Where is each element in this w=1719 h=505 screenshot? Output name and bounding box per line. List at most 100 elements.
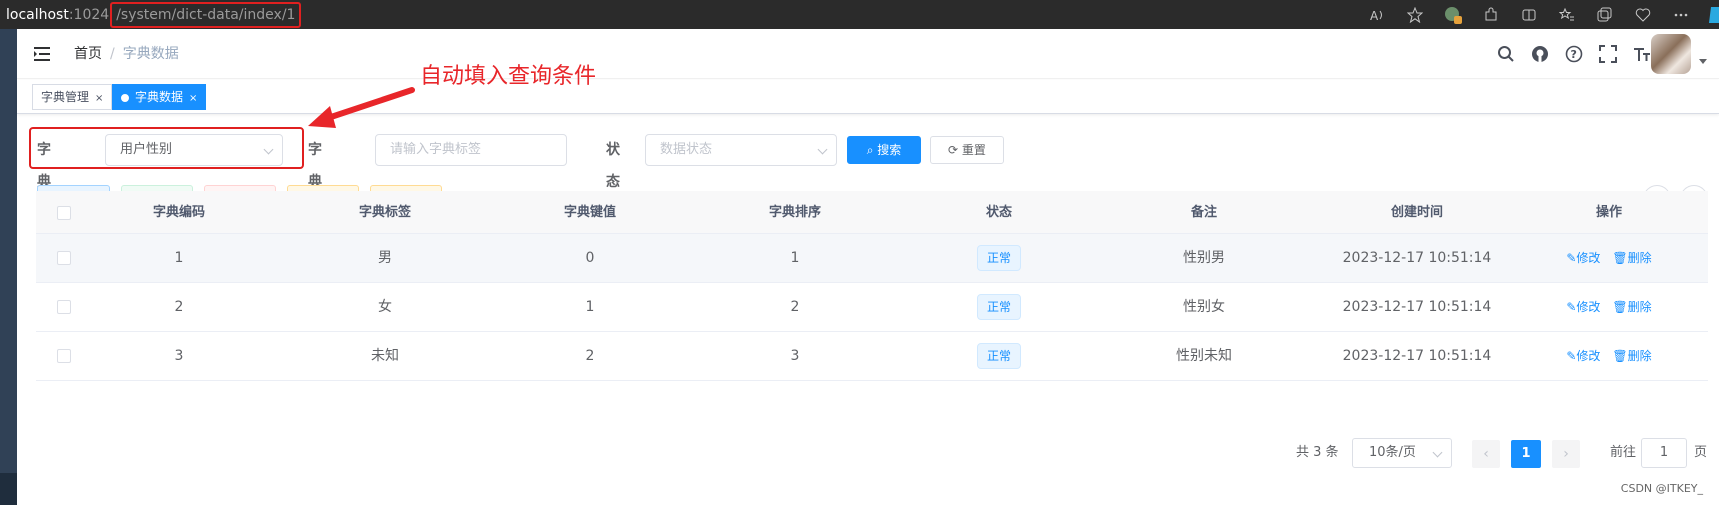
cell-code: 2 xyxy=(174,299,184,315)
favorites-list-icon[interactable] xyxy=(1557,5,1577,25)
edit-icon: ✎ xyxy=(1566,349,1577,363)
next-page-button[interactable]: › xyxy=(1552,440,1580,468)
select-all-checkbox[interactable] xyxy=(36,191,92,233)
row-delete-link[interactable]: 🗑删除 xyxy=(1612,251,1651,265)
caret-down-icon[interactable] xyxy=(1699,59,1707,64)
github-icon[interactable] xyxy=(1531,45,1549,63)
extensions-puzzle-icon[interactable] xyxy=(1481,5,1501,25)
cell-code: 3 xyxy=(174,348,184,364)
dict-label-input[interactable]: 请输入字典标签 xyxy=(375,134,567,166)
col-header: 字典标签 xyxy=(358,205,411,220)
row-delete-link[interactable]: 🗑删除 xyxy=(1612,300,1651,314)
copilot-icon[interactable] xyxy=(1709,5,1719,25)
search-icon[interactable] xyxy=(1497,45,1515,63)
breadcrumb-home[interactable]: 首页 xyxy=(74,46,102,62)
cell-value: 0 xyxy=(585,250,595,266)
font-size-icon[interactable] xyxy=(1633,45,1651,63)
cell-actions: ✎修改 🗑删除 xyxy=(1510,234,1708,282)
edit-icon: ✎ xyxy=(1566,300,1577,314)
col-header: 状态 xyxy=(985,205,1012,220)
address-bar[interactable]: localhost:1024/system/dict-data/index/1 xyxy=(0,0,302,29)
row-delete-label: 删除 xyxy=(1627,349,1652,363)
table-row[interactable]: 2 女 1 2 正常 性别女 2023-12-17 10:51:14 ✎修改 🗑删… xyxy=(36,283,1708,332)
sidebar xyxy=(0,29,17,505)
chevron-down-icon xyxy=(817,144,828,155)
read-aloud-icon[interactable]: A xyxy=(1367,5,1387,25)
cell-status: 正常 xyxy=(914,283,1084,331)
browser-toolbar: localhost:1024/system/dict-data/index/1 … xyxy=(0,0,1719,29)
dict-name-value: 用户性别 xyxy=(120,142,173,157)
row-edit-link[interactable]: ✎修改 xyxy=(1566,300,1600,314)
row-edit-link[interactable]: ✎修改 xyxy=(1566,349,1600,363)
help-icon[interactable]: ? xyxy=(1565,45,1583,63)
cell-remark: 性别未知 xyxy=(1176,348,1232,364)
search-icon: ⌕ xyxy=(866,143,878,157)
avatar[interactable] xyxy=(1651,34,1691,74)
health-icon[interactable] xyxy=(1633,5,1653,25)
trash-icon: 🗑 xyxy=(1612,300,1628,314)
more-menu-icon[interactable] xyxy=(1671,5,1691,25)
cell-code: 1 xyxy=(174,250,184,266)
cell-sort: 1 xyxy=(790,250,800,266)
status-badge: 正常 xyxy=(976,343,1021,369)
col-header: 操作 xyxy=(1595,205,1622,220)
row-checkbox[interactable] xyxy=(36,283,92,331)
cell-created: 2023-12-17 10:51:14 xyxy=(1342,250,1492,266)
refresh-icon: ⟳ xyxy=(948,143,962,157)
close-icon[interactable]: × xyxy=(189,93,197,104)
svg-text:?: ? xyxy=(1571,48,1577,61)
goto-page-input[interactable]: 1 xyxy=(1641,438,1687,468)
annotation-text: 自动填入查询条件 xyxy=(420,64,597,89)
close-icon[interactable]: × xyxy=(95,93,103,104)
edit-icon: ✎ xyxy=(1566,251,1577,265)
col-header: 创建时间 xyxy=(1390,205,1443,220)
row-edit-link[interactable]: ✎修改 xyxy=(1566,251,1600,265)
extension-badge-icon[interactable] xyxy=(1443,5,1463,25)
cell-label: 女 xyxy=(378,299,392,315)
svg-text:A: A xyxy=(1370,9,1379,23)
row-edit-label: 修改 xyxy=(1576,349,1601,363)
col-header: 备注 xyxy=(1190,205,1217,220)
status-select[interactable]: 数据状态 xyxy=(645,134,837,166)
cell-status: 正常 xyxy=(914,234,1084,282)
cell-remark: 性别男 xyxy=(1183,250,1225,266)
tag-dict-data[interactable]: 字典数据 × xyxy=(112,84,207,110)
reset-button[interactable]: ⟳ 重置 xyxy=(930,136,1004,164)
row-checkbox[interactable] xyxy=(36,234,92,282)
col-header: 字典编码 xyxy=(152,205,205,220)
search-button[interactable]: ⌕ 搜索 xyxy=(847,136,921,164)
split-screen-icon[interactable] xyxy=(1519,5,1539,25)
trash-icon: 🗑 xyxy=(1612,349,1628,363)
dict-name-select[interactable]: 用户性别 xyxy=(105,134,283,166)
tag-dict-type[interactable]: 字典管理 × xyxy=(32,84,113,110)
breadcrumb: 首页 / 字典数据 xyxy=(74,45,179,63)
navbar: 首页 / 字典数据 ? xyxy=(17,29,1719,79)
cell-remark: 性别女 xyxy=(1183,299,1225,315)
favorite-star-icon[interactable] xyxy=(1405,5,1425,25)
watermark: CSDN @ITKEY_ xyxy=(1620,482,1703,495)
row-delete-label: 删除 xyxy=(1627,251,1652,265)
row-delete-link[interactable]: 🗑删除 xyxy=(1612,349,1651,363)
cell-sort: 2 xyxy=(790,299,800,315)
status-placeholder: 数据状态 xyxy=(660,142,713,157)
page-number-active[interactable]: 1 xyxy=(1511,440,1541,468)
cell-actions: ✎修改 🗑删除 xyxy=(1510,283,1708,331)
hamburger-icon[interactable] xyxy=(34,46,52,62)
page-size-select[interactable]: 10条/页 xyxy=(1352,438,1452,468)
collections-icon[interactable] xyxy=(1595,5,1615,25)
fullscreen-icon[interactable] xyxy=(1599,45,1617,63)
row-checkbox[interactable] xyxy=(36,332,92,380)
table-row[interactable]: 3 未知 2 3 正常 性别未知 2023-12-17 10:51:14 ✎修改… xyxy=(36,332,1708,381)
table-header: 字典编码 字典标签 字典键值 字典排序 状态 备注 创建时间 操作 xyxy=(36,191,1708,234)
trash-icon: 🗑 xyxy=(1612,251,1628,265)
url-port: :1024 xyxy=(68,6,110,23)
cell-sort: 3 xyxy=(790,348,800,364)
cell-actions: ✎修改 🗑删除 xyxy=(1510,332,1708,380)
breadcrumb-current: 字典数据 xyxy=(122,46,179,62)
breadcrumb-separator: / xyxy=(110,46,115,62)
prev-page-button[interactable]: ‹ xyxy=(1472,440,1500,468)
cell-value: 1 xyxy=(585,299,595,315)
chevron-down-icon xyxy=(263,144,274,155)
table-row[interactable]: 1 男 0 1 正常 性别男 2023-12-17 10:51:14 ✎修改 🗑删… xyxy=(36,234,1708,283)
cell-value: 2 xyxy=(585,348,595,364)
